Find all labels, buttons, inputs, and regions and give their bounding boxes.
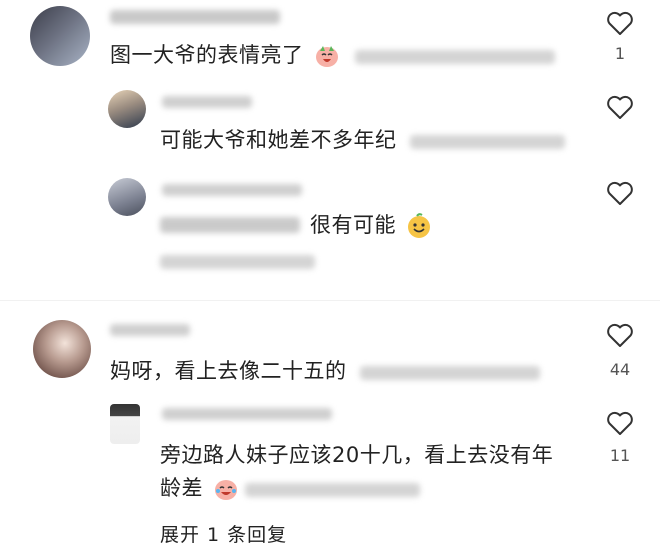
reply-meta-redacted — [410, 135, 565, 149]
like-count: 44 — [609, 360, 631, 379]
heart-outline-icon[interactable] — [605, 320, 635, 350]
reply-text: 可能大爷和她差不多年纪 — [160, 128, 397, 152]
reply-text: 很有可能 — [310, 210, 432, 240]
reply-prefix-redacted — [160, 217, 300, 233]
heart-outline-icon[interactable] — [605, 408, 635, 438]
reply-avatar[interactable] — [110, 404, 140, 444]
reply-text-line2: 龄差 — [160, 473, 239, 503]
comment-text: 图一大爷的表情亮了 — [110, 40, 340, 70]
crying-laughing-emoji-icon — [215, 480, 238, 500]
reply-avatar[interactable] — [108, 178, 146, 216]
like-count: 1 — [614, 44, 626, 63]
expand-replies-button[interactable]: 展开 1 条回复 — [160, 520, 287, 547]
like-count: 11 — [609, 446, 631, 465]
grinning-emoji-icon — [408, 213, 431, 238]
reply-text-line1: 旁边路人妹子应该20十几，看上去没有年 — [160, 443, 554, 467]
reply-username-redacted[interactable] — [162, 184, 302, 196]
reply-avatar[interactable] — [108, 90, 146, 128]
comment-text: 妈呀，看上去像二十五的 — [110, 359, 347, 383]
reply-text-content: 很有可能 — [310, 213, 396, 237]
reply-meta-redacted — [160, 255, 315, 269]
comment-meta-redacted — [360, 366, 540, 380]
username-redacted[interactable] — [110, 324, 190, 336]
username-redacted[interactable] — [110, 10, 280, 24]
avatar[interactable] — [30, 6, 90, 66]
heart-outline-icon[interactable] — [605, 8, 635, 38]
comment-2: 妈呀，看上去像二十五的 44 旁边路人妹子应该20十几，看上去没有年 龄差 11… — [0, 300, 660, 559]
heart-outline-icon[interactable] — [605, 178, 635, 208]
reply-username-redacted[interactable] — [162, 408, 332, 420]
reply-username-redacted[interactable] — [162, 96, 252, 108]
comment-text-content: 图一大爷的表情亮了 — [110, 43, 304, 67]
comment-1: 图一大爷的表情亮了 1 可能大爷和她差不多年纪 很有可能 — [0, 0, 660, 300]
reply-meta-redacted — [245, 483, 420, 497]
reply-text-line2-content: 龄差 — [160, 476, 203, 500]
avatar[interactable] — [33, 320, 91, 378]
heart-outline-icon[interactable] — [605, 92, 635, 122]
laughing-emoji-icon — [315, 46, 338, 67]
comment-meta-redacted — [355, 50, 555, 64]
